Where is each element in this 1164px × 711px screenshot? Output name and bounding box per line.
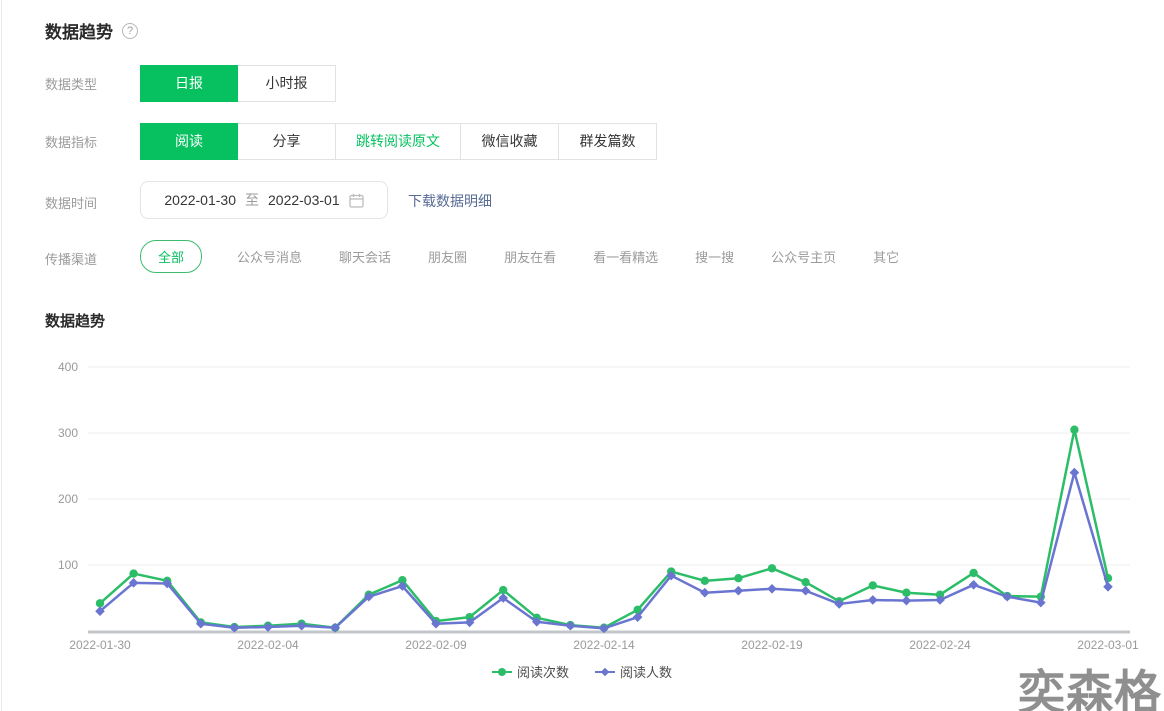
page-title: 数据趋势 bbox=[45, 18, 113, 43]
x-axis-label: 2022-02-04 bbox=[237, 638, 299, 652]
series-line[interactable] bbox=[100, 430, 1108, 628]
chart-section-title: 数据趋势 bbox=[45, 310, 105, 331]
data-point[interactable] bbox=[701, 577, 709, 585]
legend-item[interactable]: 阅读次数 bbox=[492, 662, 569, 681]
x-axis-label: 2022-02-19 bbox=[741, 638, 803, 652]
data-point[interactable] bbox=[801, 578, 809, 586]
date-separator: 至 bbox=[245, 190, 259, 210]
legend-label: 阅读人数 bbox=[620, 662, 672, 681]
data-point[interactable] bbox=[1103, 582, 1113, 592]
watermark-logo: 奕森格 bbox=[1018, 654, 1162, 711]
data-metric-option[interactable]: 分享 bbox=[238, 123, 336, 160]
y-axis-label: 100 bbox=[58, 558, 78, 572]
data-metric-label: 数据指标 bbox=[45, 132, 97, 151]
channel-option[interactable]: 搜一搜 bbox=[693, 247, 736, 266]
data-point[interactable] bbox=[801, 586, 811, 596]
start-date[interactable]: 2022-01-30 bbox=[164, 192, 236, 208]
legend-item[interactable]: 阅读人数 bbox=[595, 662, 672, 681]
data-type-option[interactable]: 日报 bbox=[140, 65, 238, 102]
data-point[interactable] bbox=[969, 580, 979, 590]
x-axis-label: 2022-02-14 bbox=[573, 638, 635, 652]
y-axis-label: 300 bbox=[58, 426, 78, 440]
channel-option[interactable]: 聊天会话 bbox=[337, 247, 393, 266]
x-axis-label: 2022-01-30 bbox=[69, 638, 131, 652]
x-axis-label: 2022-03-01 bbox=[1077, 638, 1139, 652]
channel-option[interactable]: 朋友在看 bbox=[502, 247, 558, 266]
title-row: 数据趋势 ? bbox=[45, 18, 138, 43]
data-type-option[interactable]: 小时报 bbox=[238, 65, 336, 102]
data-point[interactable] bbox=[566, 621, 576, 631]
series-line[interactable] bbox=[100, 473, 1108, 629]
channel-option[interactable]: 看一看精选 bbox=[591, 247, 660, 266]
data-point[interactable] bbox=[1070, 468, 1080, 478]
data-point[interactable] bbox=[768, 564, 776, 572]
download-data-link[interactable]: 下载数据明细 bbox=[408, 191, 492, 211]
help-icon[interactable]: ? bbox=[122, 23, 138, 39]
data-type-label: 数据类型 bbox=[45, 74, 97, 93]
x-axis-label: 2022-02-24 bbox=[909, 638, 971, 652]
data-metric-option[interactable]: 阅读 bbox=[140, 123, 238, 160]
channel-option[interactable]: 其它 bbox=[871, 247, 901, 266]
end-date[interactable]: 2022-03-01 bbox=[268, 192, 340, 208]
data-metric-option[interactable]: 跳转阅读原文 bbox=[336, 123, 461, 160]
data-point[interactable] bbox=[96, 599, 104, 607]
data-point[interactable] bbox=[1036, 598, 1046, 608]
data-metric-option[interactable]: 微信收藏 bbox=[461, 123, 559, 160]
data-point[interactable] bbox=[969, 569, 977, 577]
data-point[interactable] bbox=[869, 581, 877, 589]
date-range-picker[interactable]: 2022-01-30 至 2022-03-01 bbox=[140, 181, 388, 219]
data-metric-group: 阅读分享跳转阅读原文微信收藏群发篇数 bbox=[140, 123, 657, 160]
channel-row: 全部 公众号消息 聊天会话 朋友圈 朋友在看 看一看精选 搜一搜 公众号主页 其它 bbox=[140, 240, 901, 273]
y-axis-label: 400 bbox=[58, 360, 78, 374]
data-point[interactable] bbox=[734, 574, 742, 582]
x-axis-label: 2022-02-09 bbox=[405, 638, 467, 652]
channel-option[interactable]: 公众号消息 bbox=[235, 247, 304, 266]
data-metric-option[interactable]: 群发篇数 bbox=[559, 123, 657, 160]
legend-marker bbox=[595, 667, 615, 677]
trend-chart[interactable]: 100 200 300 400 2022-01-30 2022-02-04 2022-02-… bbox=[0, 350, 1164, 662]
channel-option[interactable]: 公众号主页 bbox=[769, 247, 838, 266]
data-time-label: 数据时间 bbox=[45, 193, 97, 212]
data-point[interactable] bbox=[734, 586, 744, 596]
data-point[interactable] bbox=[902, 596, 912, 606]
data-point[interactable] bbox=[1070, 426, 1078, 434]
chart-legend: 阅读次数 阅读人数 bbox=[0, 662, 1164, 681]
data-point[interactable] bbox=[700, 588, 710, 598]
data-point[interactable] bbox=[129, 569, 137, 577]
data-point[interactable] bbox=[868, 595, 878, 605]
channel-option[interactable]: 全部 bbox=[140, 240, 202, 273]
channel-option[interactable]: 朋友圈 bbox=[426, 247, 469, 266]
analytics-page: 数据趋势 ? 数据类型 日报小时报 数据指标 阅读分享跳转阅读原文微信收藏群发篇… bbox=[0, 0, 1164, 711]
calendar-icon[interactable] bbox=[349, 193, 364, 208]
data-point[interactable] bbox=[767, 584, 777, 594]
legend-marker bbox=[492, 667, 512, 677]
legend-label: 阅读次数 bbox=[517, 662, 569, 681]
data-type-group: 日报小时报 bbox=[140, 65, 336, 102]
y-axis-label: 200 bbox=[58, 492, 78, 506]
data-point[interactable] bbox=[902, 589, 910, 597]
channel-label: 传播渠道 bbox=[45, 249, 97, 268]
data-point[interactable] bbox=[499, 586, 507, 594]
